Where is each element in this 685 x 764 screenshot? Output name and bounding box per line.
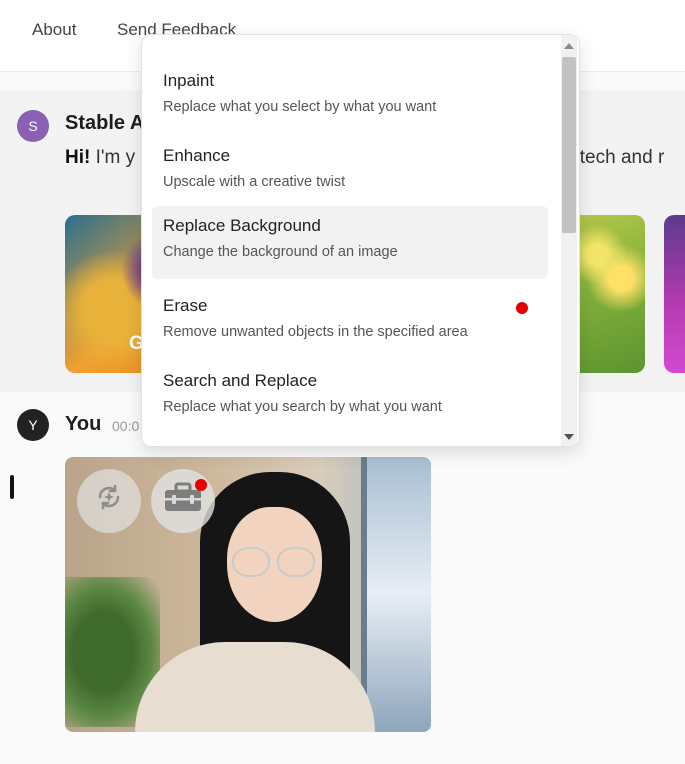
uploaded-photo[interactable]	[65, 457, 431, 732]
menu-item-description: Replace what you select by what you want	[163, 99, 437, 115]
menu-item-description: Replace what you search by what you want	[163, 399, 442, 415]
photo-glasses-left	[232, 547, 270, 577]
menu-item-erase[interactable]: Erase Remove unwanted objects in the spe…	[152, 286, 548, 359]
ai-text-start: I'm y	[90, 147, 136, 168]
menu-item-search-and-replace[interactable]: Search and Replace Replace what you sear…	[152, 361, 548, 434]
menu-item-description: Change the background of an image	[163, 244, 398, 260]
page: About Send Feedback S Stable A Hi! I'm y…	[0, 0, 685, 764]
scrollbar-thumb[interactable]	[562, 57, 576, 233]
ai-sender-name: Stable A	[65, 112, 145, 134]
new-feature-dot	[516, 302, 528, 314]
menu-item-description: Upscale with a creative twist	[163, 174, 346, 190]
scroll-up-arrow-icon[interactable]	[564, 43, 574, 49]
ai-message-text: Hi! I'm y	[65, 147, 135, 169]
example-card[interactable]	[664, 215, 685, 373]
menu-item-title: Replace Background	[163, 216, 321, 235]
nav-about-link[interactable]: About	[32, 20, 76, 40]
tools-dropdown-menu: Inpaint Replace what you select by what …	[141, 34, 580, 447]
menu-item-title: Search and Replace	[163, 371, 318, 390]
scroll-down-arrow-icon[interactable]	[564, 434, 574, 440]
ai-greeting: Hi!	[65, 147, 91, 168]
photo-window	[361, 457, 431, 732]
regenerate-button[interactable]	[77, 469, 141, 533]
menu-item-description: Remove unwanted objects in the specified…	[163, 324, 468, 340]
photo-glasses-right	[277, 547, 315, 577]
menu-item-enhance[interactable]: Enhance Upscale with a creative twist	[152, 136, 548, 209]
menu-item-replace-background[interactable]: Replace Background Change the background…	[152, 206, 548, 279]
menu-item-title: Inpaint	[163, 71, 215, 90]
notification-dot	[195, 479, 207, 491]
refresh-sparkle-icon	[92, 480, 126, 522]
menu-item-title: Erase	[163, 296, 208, 315]
menu-item-title: Enhance	[163, 146, 231, 165]
text-cursor-bar	[10, 475, 14, 499]
toolbox-button[interactable]	[151, 469, 215, 533]
ai-avatar: S	[17, 110, 49, 142]
menu-item-inpaint[interactable]: Inpaint Replace what you select by what …	[152, 61, 548, 134]
message-timestamp: 00:0	[112, 418, 140, 434]
user-sender-name: You	[65, 413, 102, 435]
menu-scrollbar[interactable]	[561, 35, 577, 446]
user-avatar: Y	[17, 409, 49, 441]
